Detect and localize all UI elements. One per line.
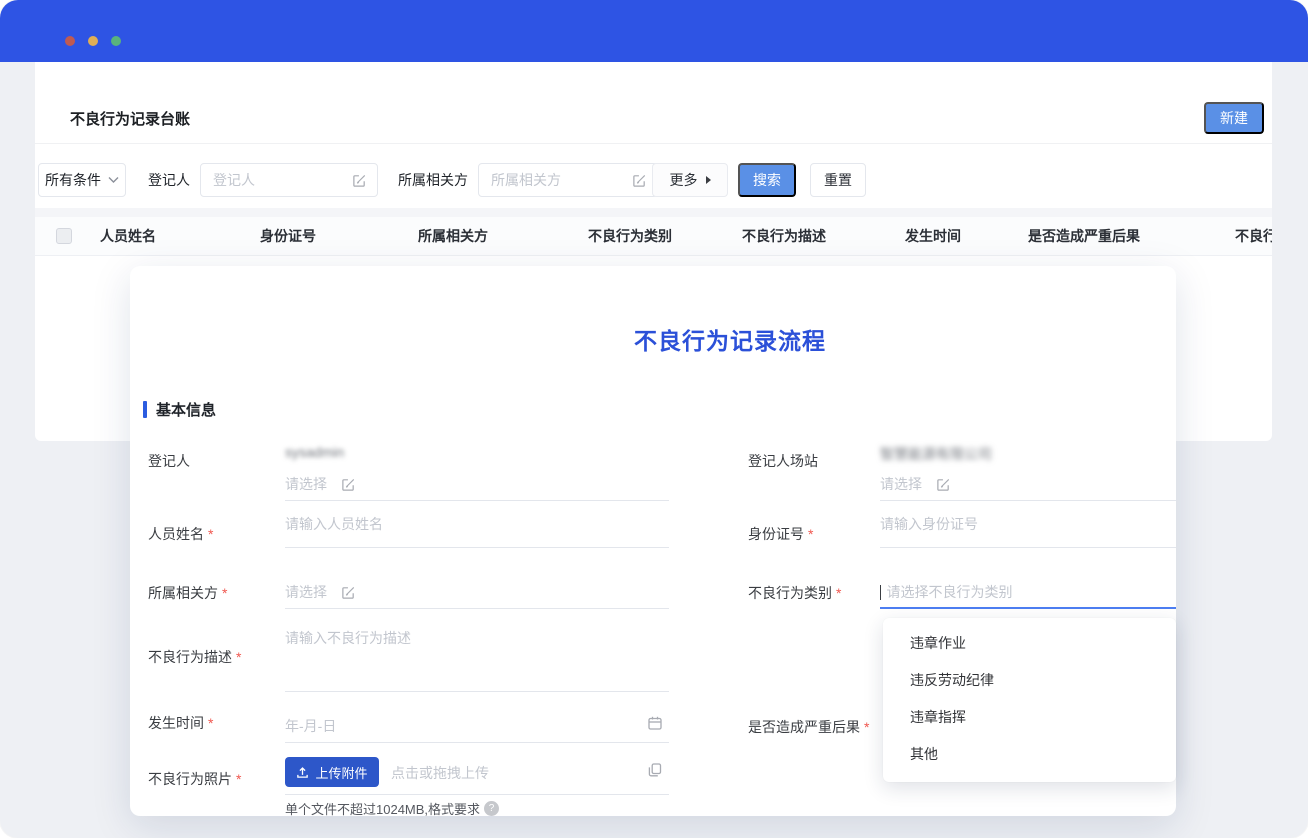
registrant-field[interactable]: sysadmin 请选择 bbox=[285, 438, 669, 501]
registrant-label: 登记人 bbox=[148, 451, 190, 471]
copy-icon[interactable] bbox=[647, 762, 663, 778]
triangle-right-icon bbox=[706, 176, 711, 184]
edit-select-icon[interactable] bbox=[352, 173, 367, 188]
related-party-filter-field bbox=[478, 163, 658, 197]
id-number-input[interactable] bbox=[880, 516, 1176, 532]
basic-info-section-header: 基本信息 bbox=[143, 400, 216, 418]
person-name-input[interactable] bbox=[285, 516, 669, 532]
required-star: * bbox=[836, 585, 841, 601]
required-star: * bbox=[208, 715, 213, 731]
person-name-field bbox=[285, 516, 669, 548]
occur-time-placeholder: 年-月-日 bbox=[285, 716, 336, 736]
section-title: 基本信息 bbox=[156, 399, 216, 420]
close-window-icon[interactable] bbox=[65, 36, 75, 46]
registrant-filter-field bbox=[200, 163, 378, 197]
required-star: * bbox=[236, 771, 241, 787]
col-person-name[interactable]: 人员姓名 bbox=[100, 217, 156, 255]
more-filters-button[interactable]: 更多 bbox=[652, 163, 728, 197]
behavior-photo-field: 上传附件 点击或拖拽上传 bbox=[285, 753, 669, 795]
required-star: * bbox=[208, 526, 213, 542]
edit-select-icon[interactable] bbox=[341, 477, 356, 492]
reset-button[interactable]: 重置 bbox=[810, 163, 866, 197]
edit-select-icon[interactable] bbox=[936, 477, 951, 492]
related-party-filter-label: 所属相关方 bbox=[398, 163, 468, 197]
col-severe-consequence[interactable]: 是否造成严重后果 bbox=[1028, 217, 1140, 255]
registrant-station-field[interactable]: 智慧能源有限公司 请选择 bbox=[880, 438, 1176, 501]
dropdown-option-1[interactable]: 违章作业 bbox=[883, 625, 1176, 662]
upload-placeholder: 点击或拖拽上传 bbox=[391, 763, 489, 783]
zoom-window-icon[interactable] bbox=[111, 36, 121, 46]
col-occur-time[interactable]: 发生时间 bbox=[905, 217, 961, 255]
modal-title: 不良行为记录流程 bbox=[284, 322, 1176, 356]
table-header-row: 人员姓名 身份证号 所属相关方 不良行为类别 不良行为描述 发生时间 是否造成严… bbox=[35, 217, 1272, 256]
edit-select-icon[interactable] bbox=[632, 173, 647, 188]
behavior-category-label: 不良行为类别* bbox=[748, 583, 841, 603]
dropdown-option-4[interactable]: 其他 bbox=[883, 736, 1176, 773]
upload-icon bbox=[296, 766, 309, 779]
id-number-field bbox=[880, 516, 1176, 548]
record-flow-modal: 不良行为记录流程 基本信息 登记人 sysadmin 请选择 bbox=[130, 266, 1176, 816]
registrant-filter-label: 登记人 bbox=[148, 163, 190, 197]
col-id-number[interactable]: 身份证号 bbox=[260, 217, 316, 255]
condition-select-value: 所有条件 bbox=[45, 170, 101, 190]
condition-select[interactable]: 所有条件 bbox=[38, 163, 126, 197]
title-divider bbox=[35, 143, 1272, 144]
col-behavior-desc[interactable]: 不良行为描述 bbox=[742, 217, 826, 255]
registrant-select-placeholder: 请选择 bbox=[285, 474, 327, 494]
app-window: 不良行为记录台账 新建 所有条件 登记人 所属相关方 bbox=[0, 0, 1308, 838]
related-party-label: 所属相关方* bbox=[148, 583, 227, 603]
more-filters-label: 更多 bbox=[670, 170, 698, 190]
registrant-station-select-placeholder: 请选择 bbox=[880, 474, 922, 494]
filter-bar: 所有条件 登记人 所属相关方 bbox=[35, 163, 1272, 197]
edit-select-icon[interactable] bbox=[341, 585, 356, 600]
behavior-category-placeholder: 请选择不良行为类别 bbox=[886, 584, 1012, 600]
behavior-desc-label: 不良行为描述* bbox=[148, 647, 241, 667]
page-title: 不良行为记录台账 bbox=[70, 108, 190, 129]
col-behavior-category[interactable]: 不良行为类别 bbox=[588, 217, 672, 255]
calendar-icon[interactable] bbox=[647, 715, 663, 731]
related-party-filter-input[interactable] bbox=[489, 171, 626, 189]
registrant-station-label: 登记人场站 bbox=[748, 451, 818, 471]
dropdown-option-3[interactable]: 违章指挥 bbox=[883, 699, 1176, 736]
col-truncated[interactable]: 不良行 bbox=[1235, 217, 1272, 255]
occur-time-label: 发生时间* bbox=[148, 713, 213, 733]
severe-consequence-label: 是否造成严重后果* bbox=[748, 717, 869, 737]
minimize-window-icon[interactable] bbox=[88, 36, 98, 46]
search-button[interactable]: 搜索 bbox=[738, 163, 796, 197]
behavior-photo-label: 不良行为照片* bbox=[148, 769, 241, 789]
text-cursor bbox=[880, 585, 881, 600]
person-name-label: 人员姓名* bbox=[148, 524, 213, 544]
upload-attachment-button[interactable]: 上传附件 bbox=[285, 757, 379, 787]
section-gap bbox=[35, 208, 1272, 217]
upload-button-label: 上传附件 bbox=[315, 763, 367, 782]
registrant-filter-input[interactable] bbox=[211, 171, 346, 189]
help-icon[interactable]: ? bbox=[484, 801, 499, 816]
related-party-field[interactable]: 请选择 bbox=[285, 575, 669, 609]
behavior-category-dropdown: 违章作业 违反劳动纪律 违章指挥 其他 bbox=[883, 618, 1176, 782]
section-accent-bar bbox=[143, 401, 147, 418]
behavior-desc-placeholder: 请输入不良行为描述 bbox=[285, 628, 411, 648]
new-record-button[interactable]: 新建 bbox=[1204, 102, 1264, 134]
chevron-down-icon bbox=[108, 176, 119, 184]
upload-hint: 单个文件不超过1024MB,格式要求 ? bbox=[285, 799, 499, 818]
required-star: * bbox=[808, 526, 813, 542]
col-related-party[interactable]: 所属相关方 bbox=[418, 217, 488, 255]
registrant-station-value: 智慧能源有限公司 bbox=[880, 444, 992, 464]
select-all-checkbox[interactable] bbox=[56, 228, 72, 244]
dropdown-option-2[interactable]: 违反劳动纪律 bbox=[883, 662, 1176, 699]
registrant-value: sysadmin bbox=[285, 444, 344, 460]
required-star: * bbox=[236, 649, 241, 665]
required-star: * bbox=[222, 585, 227, 601]
screenshot-stage: 不良行为记录台账 新建 所有条件 登记人 所属相关方 bbox=[0, 0, 1308, 838]
id-number-label: 身份证号* bbox=[748, 524, 813, 544]
related-party-select-placeholder: 请选择 bbox=[285, 582, 327, 602]
required-star: * bbox=[864, 719, 869, 735]
window-titlebar bbox=[0, 0, 1308, 62]
behavior-category-field[interactable]: 请选择不良行为类别 bbox=[880, 575, 1176, 609]
behavior-desc-field[interactable]: 请输入不良行为描述 bbox=[285, 622, 669, 692]
occur-time-field[interactable]: 年-月-日 bbox=[285, 707, 669, 743]
